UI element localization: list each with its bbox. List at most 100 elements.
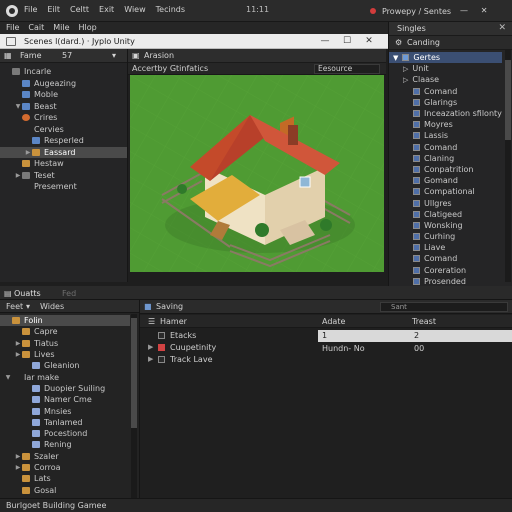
project-item[interactable]: Pocestiond <box>0 428 130 439</box>
hierarchy-item[interactable]: Moble <box>0 89 127 101</box>
inspector-scrollbar[interactable] <box>505 50 511 282</box>
os-right-label[interactable]: Prowepy / Sentes <box>382 7 451 16</box>
component-checkbox[interactable] <box>413 132 420 140</box>
project-header-feet[interactable]: Feet <box>6 302 23 311</box>
app-menu-file[interactable]: File <box>6 23 19 32</box>
bottom-tab-ouatts[interactable]: Ouatts <box>14 289 41 298</box>
hierarchy-item[interactable]: ▶ Teset <box>0 170 127 182</box>
project-header-wides[interactable]: Wides <box>40 302 64 311</box>
inspector-item[interactable]: Ullgres <box>389 197 502 208</box>
hierarchy-item[interactable]: ▼ Beast <box>0 101 127 113</box>
hierarchy-menu-icon[interactable]: ▾ <box>112 51 116 60</box>
component-checkbox[interactable] <box>413 266 420 274</box>
component-checkbox[interactable] <box>413 154 420 162</box>
hierarchy-tab-fame[interactable]: Fame <box>20 51 41 60</box>
project-item[interactable]: Namer Cme <box>0 394 130 405</box>
project-item[interactable]: ▶ Corroa <box>0 462 130 473</box>
detail-row[interactable]: Hundn- No 00 <box>318 343 512 355</box>
hierarchy-item[interactable]: Augeazing <box>0 78 127 90</box>
window-maximize-icon[interactable]: ☐ <box>340 35 354 48</box>
component-checkbox[interactable] <box>413 110 420 118</box>
inspector-item[interactable]: Conpatrition <box>389 164 502 175</box>
os-menu-celtt[interactable]: Celtt <box>70 5 89 14</box>
console-col-adate[interactable]: Adate <box>322 317 345 326</box>
collapse-arrow-icon[interactable]: ▼ <box>393 54 398 62</box>
hierarchy-item[interactable]: Incarle <box>0 66 127 78</box>
inspector-item[interactable]: Claning <box>389 153 502 164</box>
component-checkbox[interactable] <box>413 199 420 207</box>
project-item[interactable]: Rening <box>0 439 130 450</box>
hierarchy-item[interactable]: Presement <box>0 181 127 193</box>
expand-arrow-icon[interactable]: ▶ <box>14 351 22 358</box>
os-logo-icon[interactable] <box>6 5 18 17</box>
minimize-icon[interactable]: — <box>457 4 471 18</box>
component-checkbox[interactable] <box>413 121 420 129</box>
app-menu-help[interactable]: Hlop <box>79 23 97 32</box>
console-search-input[interactable]: Sant <box>380 302 508 312</box>
console-col-treast[interactable]: Treast <box>412 317 436 326</box>
component-checkbox[interactable] <box>413 210 420 218</box>
project-item[interactable]: ▼ Iar make <box>0 371 130 382</box>
component-checkbox[interactable] <box>413 87 420 95</box>
inspector-item[interactable]: Curhing <box>389 231 502 242</box>
window-close-icon[interactable]: ✕ <box>362 35 376 48</box>
expand-arrow-icon[interactable]: ▼ <box>4 374 12 381</box>
inspector-item[interactable]: Lassis <box>389 130 502 141</box>
inspector-item[interactable]: Wonsking <box>389 220 502 231</box>
component-checkbox[interactable] <box>413 165 420 173</box>
close-icon[interactable]: ✕ <box>477 4 491 18</box>
inspector-close-icon[interactable]: ✕ <box>498 23 506 33</box>
inspector-gear-icon[interactable]: ⚙ <box>395 38 402 47</box>
scene-toolbar-right[interactable]: Eesource <box>314 64 380 74</box>
expand-arrow-icon[interactable]: ▶ <box>148 355 153 363</box>
console-col-hamer[interactable]: Hamer <box>160 317 187 326</box>
project-item[interactable]: Tanlamed <box>0 417 130 428</box>
project-item[interactable]: Duopier Suiling <box>0 383 130 394</box>
expand-arrow-icon[interactable]: ▶ <box>14 453 22 460</box>
inspector-item[interactable]: Gomand <box>389 175 502 186</box>
inspector-item[interactable]: Compational <box>389 186 502 197</box>
expand-arrow-icon[interactable]: ▼ <box>14 103 22 110</box>
project-scrollbar[interactable] <box>131 314 137 500</box>
project-item[interactable]: Folin <box>0 315 130 327</box>
expand-arrow-icon[interactable]: ▶ <box>148 343 153 351</box>
os-menu-file[interactable]: File <box>24 5 37 14</box>
expand-arrow-icon[interactable]: ▶ <box>14 172 22 179</box>
os-menu-view[interactable]: Wiew <box>124 5 145 14</box>
app-menu-mile[interactable]: Mile <box>53 23 69 32</box>
window-minimize-icon[interactable]: — <box>318 35 332 48</box>
inspector-item[interactable]: Liave <box>389 242 502 253</box>
inspector-item[interactable]: Moyres <box>389 119 502 130</box>
component-checkbox[interactable] <box>413 244 420 252</box>
hierarchy-item[interactable]: Hestaw <box>0 158 127 170</box>
hierarchy-item[interactable]: Crires <box>0 112 127 124</box>
console-row-checkbox[interactable] <box>158 332 165 339</box>
console-col-menu-icon[interactable]: ☰ <box>148 317 155 326</box>
hierarchy-tab-count[interactable]: 57 <box>62 51 72 60</box>
inspector-item[interactable]: ▼ Gertes <box>389 52 502 64</box>
os-menu-exit[interactable]: Exit <box>99 5 114 14</box>
project-item[interactable]: Mnsies <box>0 405 130 416</box>
inspector-item[interactable]: Comand <box>389 142 502 153</box>
project-item[interactable]: Gleanion <box>0 360 130 371</box>
inspector-item[interactable]: ▷ Unit <box>389 63 502 74</box>
scene-toolbar-left[interactable]: Accertby Gtinfatics <box>132 64 208 73</box>
expand-arrow-icon[interactable]: ▶ <box>14 464 22 471</box>
project-item[interactable]: ▶ Lives <box>0 349 130 360</box>
hierarchy-item[interactable]: Cervies <box>0 124 127 136</box>
os-menu-edit[interactable]: Eilt <box>47 5 60 14</box>
scene-viewport[interactable] <box>130 75 384 272</box>
project-item[interactable]: Capre <box>0 326 130 337</box>
inspector-item[interactable]: Inceazation sfilonty <box>389 108 502 119</box>
scene-tab[interactable]: Arasion <box>144 51 174 60</box>
expand-arrow-icon[interactable]: ▷ <box>403 65 408 73</box>
inspector-item[interactable]: Clatigeed <box>389 209 502 220</box>
component-checkbox[interactable] <box>413 255 420 263</box>
console-row-checkbox[interactable] <box>158 344 165 351</box>
expand-arrow-icon[interactable]: ▶ <box>24 149 32 156</box>
component-checkbox[interactable] <box>413 277 420 285</box>
bottom-tab-fed[interactable]: Fed <box>62 289 76 298</box>
inspector-item[interactable]: Comand <box>389 86 502 97</box>
component-checkbox[interactable] <box>413 98 420 106</box>
project-item[interactable]: ▶ Szaler <box>0 451 130 462</box>
